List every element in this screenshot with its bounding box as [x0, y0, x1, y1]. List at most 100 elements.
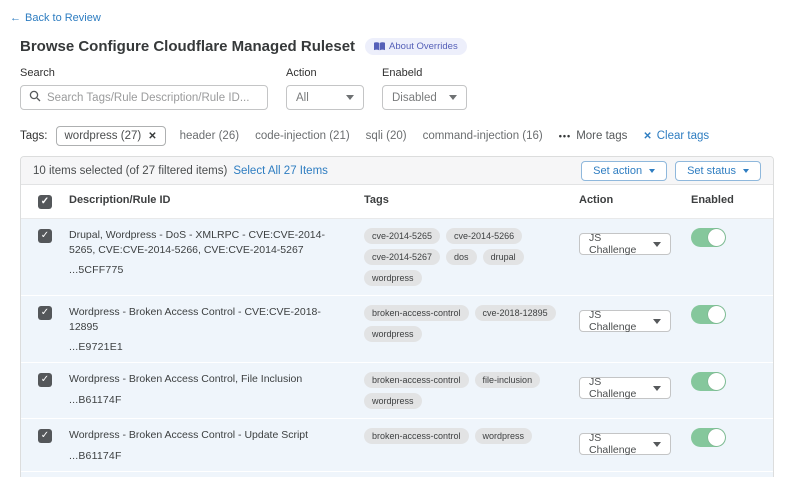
- back-arrow-icon: ←: [10, 12, 21, 24]
- column-header-tags: Tags: [364, 194, 579, 209]
- tag-pill: cve-2014-5267: [364, 249, 440, 265]
- tags-label: Tags:: [20, 130, 48, 142]
- tag-pill: broken-access-control: [364, 428, 469, 444]
- back-link-label: Back to Review: [25, 12, 101, 24]
- about-overrides-label: About Overrides: [389, 41, 458, 52]
- page-title: Browse Configure Cloudflare Managed Rule…: [20, 38, 355, 55]
- rule-enabled-toggle[interactable]: [691, 305, 726, 324]
- search-icon: [29, 89, 41, 107]
- rule-description: Wordpress - Broken Access Control - Upda…: [69, 428, 350, 443]
- search-label: Search: [20, 67, 268, 79]
- tag-pill: cve-2014-5266: [446, 228, 522, 244]
- rule-id: ...B61174F: [69, 450, 350, 462]
- search-box[interactable]: [20, 85, 268, 110]
- chevron-down-icon: [653, 319, 661, 324]
- set-status-label: Set status: [687, 165, 736, 177]
- selected-tag-chip[interactable]: wordpress (27) ✕: [56, 126, 166, 146]
- rule-description: Drupal, Wordpress - DoS - XMLRPC - CVE:C…: [69, 228, 350, 258]
- column-header-enabled: Enabled: [691, 194, 773, 209]
- selection-summary: 10 items selected (of 27 filtered items): [33, 165, 227, 177]
- about-overrides-badge[interactable]: About Overrides: [365, 38, 467, 55]
- table-body: ✓ Drupal, Wordpress - DoS - XMLRPC - CVE:…: [21, 219, 773, 477]
- page: ← Back to Review Browse Configure Cloudf…: [0, 0, 794, 477]
- rule-enabled-toggle[interactable]: [691, 428, 726, 447]
- rule-id: ...5CFF775: [69, 264, 350, 276]
- tag-pill: wordpress: [364, 270, 422, 286]
- tag-option[interactable]: command-injection (16): [423, 130, 543, 142]
- rule-enabled-toggle[interactable]: [691, 228, 726, 247]
- tag-pill: wordpress: [364, 393, 422, 409]
- tag-option[interactable]: header (26): [180, 130, 239, 142]
- column-header-description: Description/Rule ID: [69, 194, 364, 209]
- chevron-down-icon: [346, 95, 354, 100]
- ellipsis-icon: •••: [559, 131, 571, 141]
- set-action-button[interactable]: Set action: [581, 161, 667, 181]
- enabled-filter-select[interactable]: Disabled: [382, 85, 467, 110]
- select-all-checkbox[interactable]: ✓: [38, 195, 52, 209]
- rule-tags: broken-access-control wordpress: [364, 428, 579, 461]
- book-icon: [374, 42, 385, 51]
- rule-action-select[interactable]: JS Challenge: [579, 233, 671, 255]
- table-row: ✓ Wordpress - Broken Access Control, File…: [21, 363, 773, 419]
- bulk-action-buttons: Set action Set status: [581, 161, 761, 181]
- table-row: ✓ Drupal, Wordpress - DoS - XMLRPC - CVE:…: [21, 219, 773, 296]
- enabled-filter-value: Disabled: [392, 92, 437, 104]
- toggle-knob: [708, 429, 725, 446]
- remove-tag-icon[interactable]: ✕: [148, 131, 156, 142]
- tag-pill: wordpress: [475, 428, 533, 444]
- tag-pill: dos: [446, 249, 477, 265]
- chevron-down-icon: [743, 169, 749, 173]
- toggle-knob: [708, 373, 725, 390]
- chevron-down-icon: [649, 169, 655, 173]
- tag-pill: drupal: [483, 249, 524, 265]
- set-status-button[interactable]: Set status: [675, 161, 761, 181]
- action-filter-label: Action: [286, 67, 364, 79]
- row-checkbox[interactable]: ✓: [38, 373, 52, 387]
- tag-options: header (26) code-injection (21) sqli (20) c…: [180, 130, 543, 142]
- tag-pill: cve-2018-12895: [475, 305, 556, 321]
- tag-pill: cve-2014-5265: [364, 228, 440, 244]
- rule-enabled-toggle[interactable]: [691, 372, 726, 391]
- select-all-link[interactable]: Select All 27 Items: [233, 165, 328, 177]
- tag-option[interactable]: code-injection (21): [255, 130, 350, 142]
- tag-pill: file-inclusion: [475, 372, 541, 388]
- selection-bar: 10 items selected (of 27 filtered items)…: [21, 157, 773, 185]
- row-checkbox[interactable]: ✓: [38, 429, 52, 443]
- more-tags-button[interactable]: ••• More tags: [559, 130, 628, 142]
- row-checkbox[interactable]: ✓: [38, 306, 52, 320]
- action-filter-select[interactable]: All: [286, 85, 364, 110]
- table-header-row: ✓ Description/Rule ID Tags Action Enable…: [21, 185, 773, 219]
- toggle-knob: [708, 306, 725, 323]
- chevron-down-icon: [449, 95, 457, 100]
- tag-pill: broken-access-control: [364, 305, 469, 321]
- rule-action-select[interactable]: JS Challenge: [579, 310, 671, 332]
- rule-tags: cve-2014-5265 cve-2014-5266 cve-2014-5267 d…: [364, 228, 579, 286]
- table-row: ✓Wordpress - Broken Access Control - CVE…: [21, 296, 773, 363]
- chevron-down-icon: [653, 386, 661, 391]
- enabled-filter-label: Enabeld: [382, 67, 467, 79]
- rule-description: Wordpress - Broken Access Control, File …: [69, 372, 350, 387]
- rule-action-select[interactable]: JS Challenge: [579, 377, 671, 399]
- more-tags-label: More tags: [576, 130, 627, 142]
- chevron-down-icon: [653, 442, 661, 447]
- action-filter-value: All: [296, 92, 309, 104]
- rule-id: ...B61174F: [69, 394, 350, 406]
- back-link[interactable]: ← Back to Review: [10, 12, 101, 24]
- rules-table: 10 items selected (of 27 filtered items)…: [20, 156, 774, 477]
- rule-tags: broken-access-control cve-2018-12895 wordp…: [364, 305, 579, 353]
- enabled-filter: Enabeld Disabled: [382, 67, 467, 110]
- chevron-down-icon: [653, 242, 661, 247]
- table-row: ✓ Wordpress - Broken Access Control - Upd…: [21, 419, 773, 471]
- tag-option[interactable]: sqli (20): [366, 130, 407, 142]
- row-checkbox[interactable]: ✓: [38, 229, 52, 243]
- search-input[interactable]: [47, 92, 259, 104]
- rule-tags: broken-access-controlfile-inclusionwordp…: [364, 372, 579, 409]
- selected-tag-label: wordpress (27): [65, 130, 142, 142]
- rule-id: ...E9721E1: [69, 341, 350, 353]
- rule-action-value: JS Challenge: [589, 376, 645, 400]
- rule-action-select[interactable]: JS Challenge: [579, 433, 671, 455]
- clear-tags-button[interactable]: ✕ Clear tags: [643, 130, 709, 142]
- table-row: ✓Wordpress - Code Injection, File Inclus…: [21, 472, 773, 477]
- rule-action-value: JS Challenge: [589, 432, 645, 456]
- tag-pill: wordpress: [364, 326, 422, 342]
